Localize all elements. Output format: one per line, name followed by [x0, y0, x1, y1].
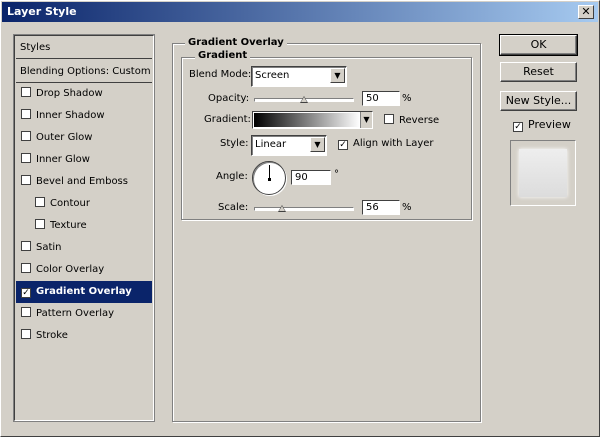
style-item-checkbox[interactable] [21, 109, 31, 119]
style-item-label: Pattern Overlay [36, 308, 115, 319]
preview-thumbnail [510, 140, 576, 206]
preview-check-icon[interactable]: ✓ [513, 122, 523, 132]
style-item[interactable]: Inner Glow [16, 149, 152, 171]
align-with-layer-checkbox[interactable]: ✓ Align with Layer [338, 138, 434, 150]
blending-options-item[interactable]: Blending Options: Custom [16, 61, 152, 83]
scale-slider[interactable] [254, 207, 354, 211]
opacity-input[interactable]: 50 [362, 91, 400, 106]
reverse-label: Reverse [399, 115, 440, 126]
style-item[interactable]: Inner Shadow [16, 105, 152, 127]
style-item-checkbox[interactable] [21, 307, 31, 317]
style-item[interactable]: Contour [16, 193, 152, 215]
styles-header[interactable]: Styles [16, 37, 152, 59]
window-title: Layer Style [7, 5, 77, 18]
styles-list: Styles Blending Options: Custom Drop Sha… [13, 34, 155, 422]
reverse-check-icon[interactable] [384, 114, 394, 124]
style-item-checkbox[interactable] [35, 219, 45, 229]
style-item[interactable]: Drop Shadow [16, 83, 152, 105]
style-item[interactable]: Stroke [16, 325, 152, 347]
style-item-checkbox[interactable] [21, 175, 31, 185]
style-item[interactable]: Outer Glow [16, 127, 152, 149]
style-item-label: Drop Shadow [36, 88, 103, 99]
angle-label: Angle: [216, 171, 248, 182]
style-item-label: Inner Glow [36, 154, 90, 165]
style-item[interactable]: Texture [16, 215, 152, 237]
reverse-checkbox[interactable]: Reverse [384, 114, 439, 126]
style-item-checkbox[interactable] [21, 131, 31, 141]
align-with-layer-label: Align with Layer [353, 138, 434, 149]
gradient-picker[interactable]: ▼ [252, 111, 373, 129]
angle-dial[interactable] [252, 161, 286, 195]
style-item-label: Color Overlay [36, 264, 105, 275]
gradient-section-title: Gradient [195, 50, 251, 61]
blend-mode-label: Blend Mode: [189, 69, 252, 80]
style-item-checkbox[interactable] [21, 87, 31, 97]
style-item-checkbox[interactable] [21, 153, 31, 163]
style-item-checkbox[interactable] [21, 263, 31, 273]
style-item-label: Texture [50, 220, 87, 231]
opacity-label: Opacity: [208, 93, 250, 104]
style-select[interactable]: Linear ▼ [251, 135, 327, 156]
style-item-label: Contour [50, 198, 90, 209]
blend-mode-value: Screen [255, 70, 290, 81]
style-item[interactable]: Satin [16, 237, 152, 259]
style-item[interactable]: Color Overlay [16, 259, 152, 281]
scale-input[interactable]: 56 [362, 200, 400, 215]
close-icon[interactable]: ✕ [578, 5, 594, 19]
preview-swatch [519, 149, 567, 197]
blend-mode-select[interactable]: Screen ▼ [251, 66, 347, 87]
align-check-icon[interactable]: ✓ [338, 140, 348, 150]
gradient-overlay-title: Gradient Overlay [185, 37, 287, 48]
angle-needle [269, 165, 270, 179]
reset-button[interactable]: Reset [500, 62, 577, 82]
style-item-label: Gradient Overlay [36, 286, 132, 297]
scale-slider-thumb[interactable] [278, 205, 286, 212]
style-item-checkbox[interactable] [21, 241, 31, 251]
chevron-down-icon[interactable]: ▼ [310, 137, 325, 152]
angle-center [268, 178, 271, 181]
title-bar: Layer Style ✕ [2, 2, 598, 22]
style-item-label: Outer Glow [36, 132, 93, 143]
gradient-label: Gradient: [204, 114, 251, 125]
preview-checkbox[interactable]: ✓ Preview [513, 118, 571, 132]
style-item-label: Satin [36, 242, 62, 253]
style-item[interactable]: ✓ Gradient Overlay [16, 281, 152, 303]
style-item-label: Inner Shadow [36, 110, 105, 121]
chevron-down-icon[interactable]: ▼ [360, 112, 372, 128]
layer-style-dialog: Layer Style ✕ Styles Blending Options: C… [0, 0, 600, 437]
scale-label: Scale: [218, 202, 249, 213]
style-value: Linear [255, 139, 287, 150]
style-item-checkbox[interactable] [21, 329, 31, 339]
style-item-label: Stroke [36, 330, 68, 341]
ok-button[interactable]: OK [499, 34, 578, 56]
preview-label: Preview [528, 118, 571, 131]
angle-input[interactable]: 90 [291, 170, 331, 185]
opacity-unit: % [402, 93, 412, 104]
style-item[interactable]: Pattern Overlay [16, 303, 152, 325]
style-item-checkbox[interactable]: ✓ [21, 288, 31, 298]
style-item[interactable]: Bevel and Emboss [16, 171, 152, 193]
new-style-button[interactable]: New Style... [500, 91, 577, 111]
gradient-preview[interactable] [254, 113, 360, 127]
style-item-checkbox[interactable] [35, 197, 45, 207]
chevron-down-icon[interactable]: ▼ [330, 68, 345, 83]
opacity-slider-thumb[interactable] [300, 96, 308, 103]
style-label: Style: [220, 138, 249, 149]
style-item-label: Bevel and Emboss [36, 176, 128, 187]
scale-unit: % [402, 202, 412, 213]
angle-unit: ° [334, 169, 339, 180]
